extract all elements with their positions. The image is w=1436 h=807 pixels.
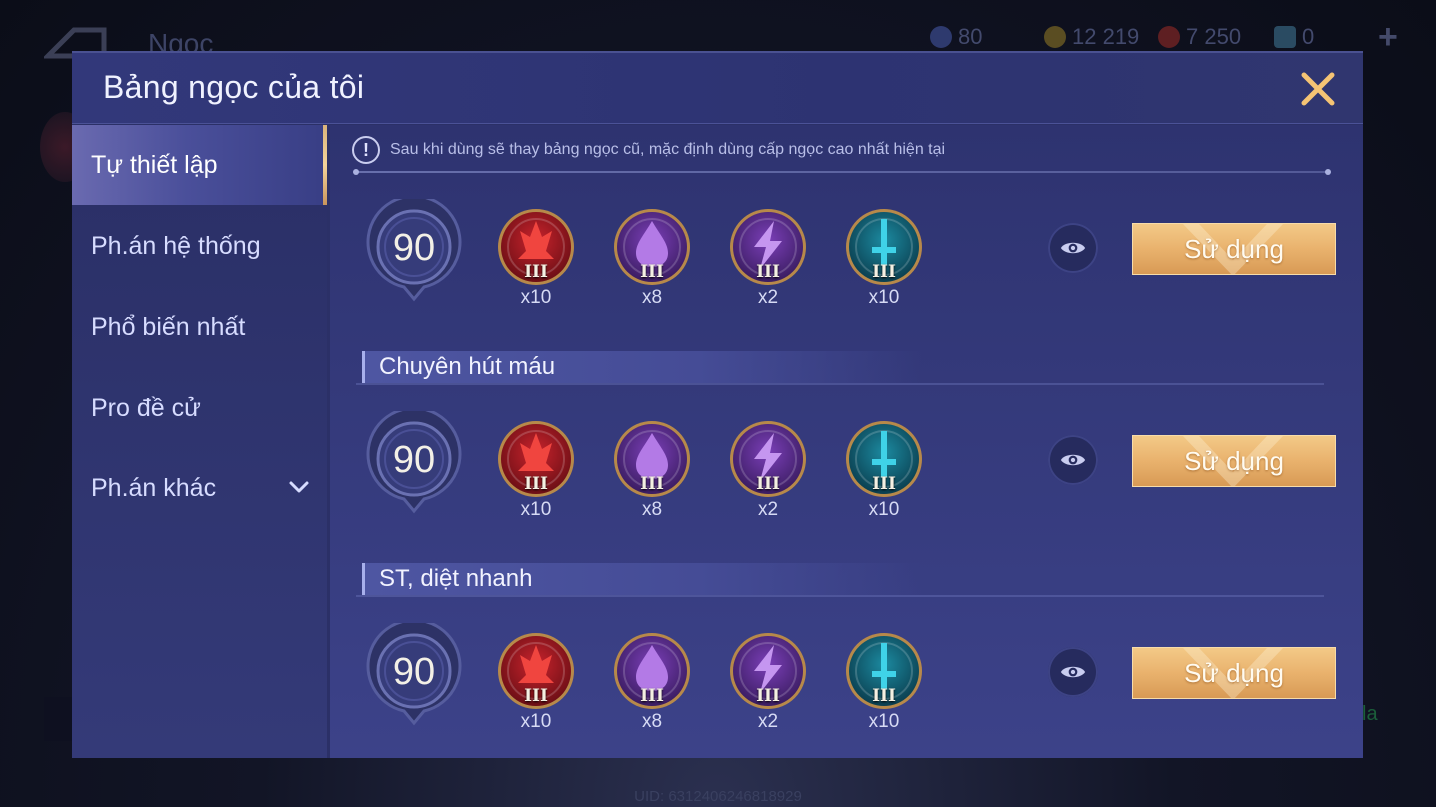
sidebar-item-label: Phổ biến nhất xyxy=(91,312,246,341)
uid-text: UID: 6312406246818929 xyxy=(634,788,802,805)
level-badge: 90 xyxy=(364,618,464,731)
rune-count: x2 xyxy=(757,499,779,520)
modal-header: Bảng ngọc của tôi xyxy=(72,53,1363,124)
resource-ruby: 7 250 xyxy=(1158,22,1241,52)
level-number: 90 xyxy=(392,439,436,481)
chevron-down-icon xyxy=(289,481,309,493)
rune-count: x8 xyxy=(641,287,663,308)
sidebar: Tự thiết lập Ph.án hệ thống Phổ biến nhấ… xyxy=(72,125,327,758)
purple-bolt-rune-icon[interactable]: III xyxy=(728,631,808,711)
background-label: la xyxy=(1362,703,1378,725)
resource-marble: 80 xyxy=(930,22,982,52)
set-separator xyxy=(356,383,1324,385)
sidebar-item-label: Ph.án khác xyxy=(91,473,217,502)
sidebar-item-popular[interactable]: Phổ biến nhất xyxy=(72,287,327,367)
resource-arcana: 0 xyxy=(1274,22,1314,52)
rune-count: x2 xyxy=(757,287,779,308)
marble-coin-icon xyxy=(930,26,952,48)
rune-tier: III xyxy=(640,474,664,494)
level-number: 90 xyxy=(392,227,436,269)
set-name-header: ST, diệt nhanh xyxy=(362,563,922,595)
rune-tier: III xyxy=(524,262,548,282)
rune-tier: III xyxy=(756,686,780,706)
sidebar-item-system[interactable]: Ph.án hệ thống xyxy=(72,206,327,286)
ruby-icon xyxy=(1158,26,1180,48)
set-name: ST, diệt nhanh xyxy=(379,565,533,592)
rune-count: x10 xyxy=(868,499,900,520)
sidebar-item-label: Pro đề cử xyxy=(91,393,201,422)
rune-count: x8 xyxy=(641,499,663,520)
set-name-header: Chuyên hút máu xyxy=(362,351,922,383)
divider xyxy=(353,169,1331,175)
set-name: Chuyên hút máu xyxy=(379,353,556,380)
rune-tier: III xyxy=(756,262,780,282)
rune-tier: III xyxy=(756,474,780,494)
exclamation-icon: ! xyxy=(352,136,380,164)
purple-drop-rune-icon[interactable]: III xyxy=(612,419,692,499)
rune-count: x10 xyxy=(520,711,552,732)
close-icon[interactable] xyxy=(1296,67,1340,111)
use-button-label: Sử dụng xyxy=(1184,445,1284,476)
resource-value: 12 219 xyxy=(1072,24,1140,49)
red-rune-icon[interactable]: III xyxy=(496,207,576,287)
rune-tier: III xyxy=(872,686,896,706)
plus-icon[interactable]: + xyxy=(1378,18,1398,57)
rune-count: x10 xyxy=(868,711,900,732)
rune-tier: III xyxy=(524,474,548,494)
teal-sword-rune-icon[interactable]: III xyxy=(844,207,924,287)
rune-board-modal: Bảng ngọc của tôi Tự thiết lập Ph.án hệ … xyxy=(72,51,1363,758)
purple-bolt-rune-icon[interactable]: III xyxy=(728,419,808,499)
rune-tier: III xyxy=(524,686,548,706)
rune-count: x10 xyxy=(520,287,552,308)
resource-value: 0 xyxy=(1302,24,1315,49)
resource-gold: 12 219 xyxy=(1044,22,1139,52)
purple-bolt-rune-icon[interactable]: III xyxy=(728,207,808,287)
rune-count: x10 xyxy=(868,287,900,308)
sidebar-item-pro[interactable]: Pro đề cử xyxy=(72,368,327,448)
use-set-button[interactable]: Sử dụng xyxy=(1132,435,1336,487)
purple-drop-rune-icon[interactable]: III xyxy=(612,207,692,287)
red-rune-icon[interactable]: III xyxy=(496,419,576,499)
teal-sword-rune-icon[interactable]: III xyxy=(844,631,924,711)
use-button-label: Sử dụng xyxy=(1184,233,1284,264)
resource-value: 80 xyxy=(958,24,983,49)
sidebar-item-other[interactable]: Ph.án khác xyxy=(72,448,327,528)
use-set-button[interactable]: Sử dụng xyxy=(1132,647,1336,699)
rune-tier: III xyxy=(640,686,664,706)
use-set-button[interactable]: Sử dụng xyxy=(1132,223,1336,275)
preview-eye-icon[interactable] xyxy=(1048,435,1098,485)
rune-tier: III xyxy=(640,262,664,282)
arcana-ticket-icon xyxy=(1274,26,1296,48)
red-rune-icon[interactable]: III xyxy=(496,631,576,711)
use-button-label: Sử dụng xyxy=(1184,657,1284,688)
notice: ! Sau khi dùng sẽ thay bảng ngọc cũ, mặc… xyxy=(352,133,945,167)
rune-count: x10 xyxy=(520,499,552,520)
set-separator xyxy=(356,595,1324,597)
rune-set-list[interactable]: ! Sau khi dùng sẽ thay bảng ngọc cũ, mặc… xyxy=(330,125,1363,758)
preview-eye-icon[interactable] xyxy=(1048,223,1098,273)
background-panel xyxy=(44,697,74,741)
level-number: 90 xyxy=(392,651,436,693)
sidebar-item-label: Tự thiết lập xyxy=(91,150,218,179)
rune-count: x2 xyxy=(757,711,779,732)
teal-sword-rune-icon[interactable]: III xyxy=(844,419,924,499)
sidebar-item-label: Ph.án hệ thống xyxy=(91,231,261,260)
rune-tier: III xyxy=(872,474,896,494)
level-badge: 90 xyxy=(364,194,464,307)
sidebar-item-custom[interactable]: Tự thiết lập xyxy=(72,125,327,205)
gold-coin-icon xyxy=(1044,26,1066,48)
preview-eye-icon[interactable] xyxy=(1048,647,1098,697)
level-badge: 90 xyxy=(364,406,464,519)
rune-tier: III xyxy=(872,262,896,282)
notice-text: Sau khi dùng sẽ thay bảng ngọc cũ, mặc đ… xyxy=(390,141,946,158)
resource-value: 7 250 xyxy=(1186,24,1242,49)
modal-title: Bảng ngọc của tôi xyxy=(103,69,365,105)
rune-count: x8 xyxy=(641,711,663,732)
purple-drop-rune-icon[interactable]: III xyxy=(612,631,692,711)
